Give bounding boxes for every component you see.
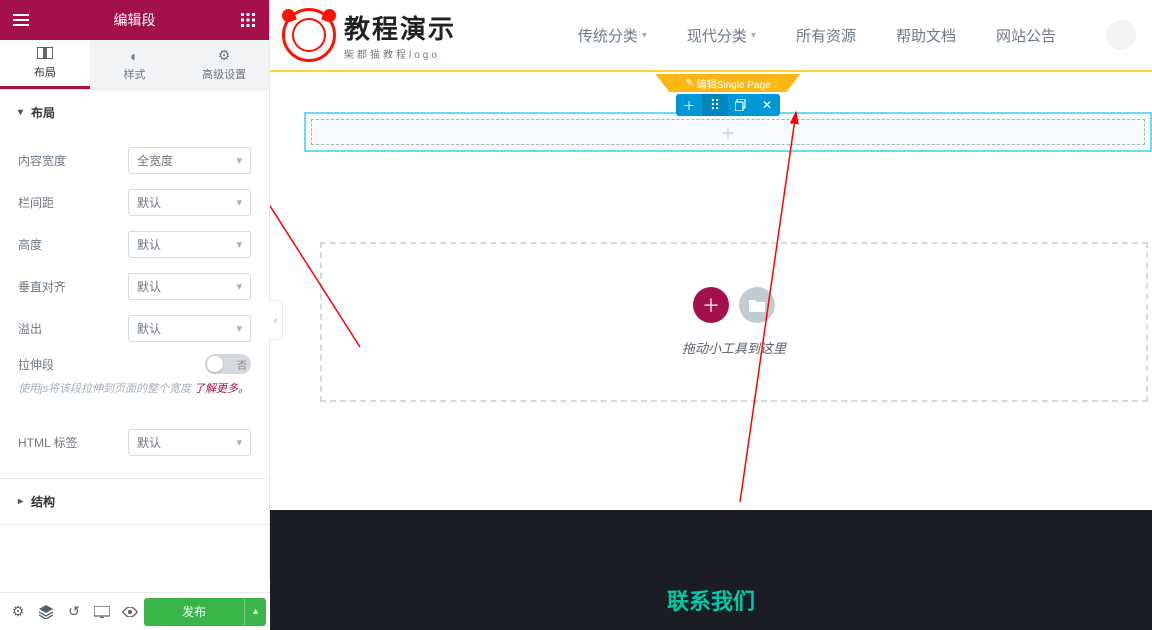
sidebar-header: 编辑段 <box>0 0 269 40</box>
valign-label: 垂直对齐 <box>18 278 128 295</box>
preview-button[interactable] <box>116 598 144 626</box>
overflow-select[interactable]: 默认 <box>128 315 251 342</box>
history-button[interactable]: ↺ <box>60 598 88 626</box>
editor-tabs: 布局 ◐ 样式 ⚙ 高级设置 <box>0 40 269 90</box>
publish-more-button[interactable]: ▴ <box>244 598 266 626</box>
tab-advanced-label: 高级设置 <box>202 66 246 82</box>
switch-knob <box>207 356 223 372</box>
column-gap-select[interactable]: 默认 <box>128 189 251 216</box>
overflow-label: 溢出 <box>18 320 128 337</box>
widgets-grid-button[interactable] <box>227 0 269 40</box>
section-controls: ＋ ⠿ ✕ <box>676 94 780 116</box>
column-gap-label: 栏间距 <box>18 194 128 211</box>
responsive-button[interactable] <box>88 598 116 626</box>
template-library-button[interactable] <box>739 287 775 323</box>
chevron-down-icon: ▾ <box>18 107 23 118</box>
nav-help[interactable]: 帮助文档 <box>896 25 956 46</box>
nav-all[interactable]: 所有资源 <box>796 25 856 46</box>
tab-style-label: 样式 <box>124 66 146 82</box>
structure-section: ▸ 结构 <box>0 479 269 525</box>
structure-section-title: 结构 <box>31 493 55 510</box>
caret-icon: ▾ <box>751 30 756 41</box>
page-edit-badge[interactable]: ✎编辑Single Page <box>655 74 800 92</box>
search-button[interactable] <box>1106 20 1136 50</box>
bottom-bar: ⚙ ↺ 发布 ▴ <box>0 592 270 630</box>
stretch-switch[interactable]: 否 <box>205 354 251 374</box>
add-section-button[interactable]: ＋ <box>693 287 729 323</box>
nav-modern[interactable]: 现代分类▾ <box>687 25 756 46</box>
publish-button[interactable]: 发布 <box>144 598 244 626</box>
tab-style[interactable]: ◐ 样式 <box>90 40 180 89</box>
editor-canvas: ✎编辑Single Page ＋ ⠿ ✕ ＋ ＋ 拖动小工具到这里 联系我们 <box>270 72 1152 630</box>
footer-contact-title: 联系我们 <box>667 584 755 616</box>
stretch-label: 拉伸段 <box>18 356 128 373</box>
section-duplicate-button[interactable] <box>728 94 754 116</box>
collapse-sidebar-handle[interactable]: ‹ <box>269 300 283 340</box>
drop-zone[interactable]: ＋ 拖动小工具到这里 <box>320 242 1148 402</box>
content-width-select[interactable]: 全宽度 <box>128 147 251 174</box>
height-select[interactable]: 默认 <box>128 231 251 258</box>
layout-icon <box>37 46 53 62</box>
gear-icon: ⚙ <box>218 47 231 64</box>
plus-icon: ＋ <box>720 120 736 144</box>
tab-layout[interactable]: 布局 <box>0 40 90 89</box>
html-tag-label: HTML 标签 <box>18 434 128 451</box>
section-add-button[interactable]: ＋ <box>676 94 702 116</box>
section-delete-button[interactable]: ✕ <box>754 94 780 116</box>
html-tag-select[interactable]: 默认 <box>128 429 251 456</box>
site-nav: 传统分类▾ 现代分类▾ 所有资源 帮助文档 网站公告 <box>578 20 1152 50</box>
tab-advanced[interactable]: ⚙ 高级设置 <box>179 40 269 89</box>
editor-sidebar: 编辑段 布局 ◐ 样式 ⚙ 高级设置 ▾ 布局 内容宽度 全宽度 <box>0 0 270 580</box>
menu-toggle-button[interactable] <box>0 0 42 40</box>
navigator-button[interactable] <box>32 598 60 626</box>
drop-zone-text: 拖动小工具到这里 <box>682 338 786 357</box>
section-frame[interactable]: ✎编辑Single Page ＋ ⠿ ✕ ＋ <box>304 112 1152 152</box>
height-label: 高度 <box>18 236 128 253</box>
structure-section-toggle[interactable]: ▸ 结构 <box>0 479 269 524</box>
layout-section-title: 布局 <box>31 104 55 121</box>
site-topbar: 教程演示 柴郡猫教程logo 传统分类▾ 现代分类▾ 所有资源 帮助文档 网站公… <box>270 0 1152 72</box>
caret-icon: ▾ <box>642 30 647 41</box>
nav-notice[interactable]: 网站公告 <box>996 25 1056 46</box>
logo-subtitle: 柴郡猫教程logo <box>344 46 456 61</box>
pencil-icon: ✎ <box>685 78 693 89</box>
tab-layout-label: 布局 <box>34 64 56 80</box>
valign-select[interactable]: 默认 <box>128 273 251 300</box>
site-logo[interactable]: 教程演示 柴郡猫教程logo <box>282 8 456 62</box>
layout-section-body: 内容宽度 全宽度 栏间距 默认 高度 默认 垂直对齐 默认 溢出 默认 拉伸段 <box>0 135 269 478</box>
stretch-description: 使用js将该段拉伸到页面的整个宽度 了解更多。 <box>18 379 251 406</box>
sidebar-title: 编辑段 <box>42 10 227 30</box>
content-width-label: 内容宽度 <box>18 152 128 169</box>
section-column[interactable]: ＋ <box>311 119 1145 145</box>
site-footer: 联系我们 <box>270 510 1152 630</box>
logo-title: 教程演示 <box>344 9 456 46</box>
layout-section: ▾ 布局 内容宽度 全宽度 栏间距 默认 高度 默认 垂直对齐 默认 溢出 默认 <box>0 90 269 479</box>
section-edit-button[interactable]: ⠿ <box>702 94 728 116</box>
nav-traditional[interactable]: 传统分类▾ <box>578 25 647 46</box>
layout-section-toggle[interactable]: ▾ 布局 <box>0 90 269 135</box>
style-icon: ◐ <box>130 48 138 64</box>
learn-more-link[interactable]: 了解更多。 <box>194 383 249 395</box>
chevron-right-icon: ▸ <box>18 496 23 507</box>
settings-button[interactable]: ⚙ <box>4 598 32 626</box>
logo-image <box>282 8 336 62</box>
